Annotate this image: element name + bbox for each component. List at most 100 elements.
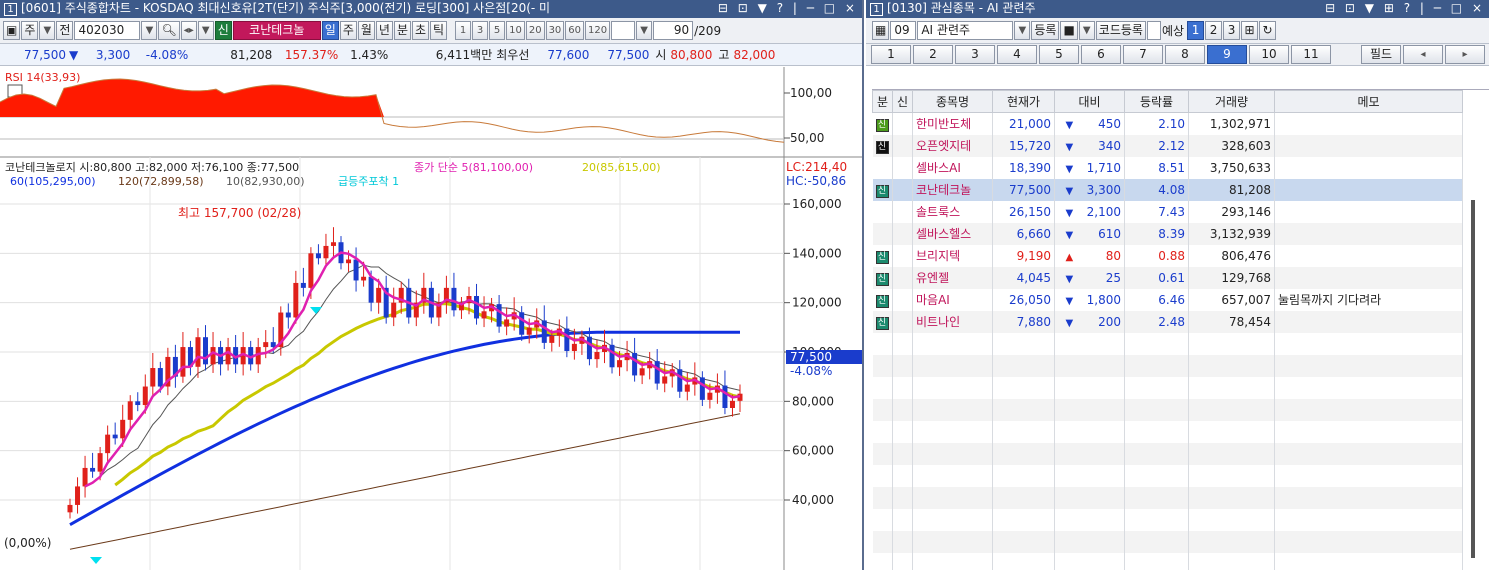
market-dropdown-icon[interactable]: ▼ [39,21,56,40]
empty-cell [892,354,913,377]
interval-button[interactable]: 120 [585,21,611,40]
empty-cell [892,530,913,553]
column-header[interactable]: 대비 [1054,90,1125,113]
history-dropdown-icon[interactable]: ▼ [197,21,214,40]
group-tab[interactable]: 5 [1039,45,1079,64]
empty-row[interactable] [872,508,1463,531]
history-icon[interactable]: ◂▸ [180,21,197,40]
interval-dropdown-icon[interactable]: ▼ [636,21,653,40]
empty-row[interactable] [872,486,1463,509]
empty-row[interactable] [872,442,1463,465]
empty-row[interactable] [872,552,1463,570]
table-row[interactable]: 셀바스AI 18,390 ▼ 1,710 8.51 3,750,633 [872,156,1463,179]
group-tab[interactable]: 1 [871,45,911,64]
volume: 81,208 [230,47,273,62]
empty-row[interactable] [872,464,1463,487]
table-row[interactable]: 셀바스헬스 6,660 ▼ 610 8.39 3,132,939 [872,222,1463,245]
chart-area[interactable]: RSI 14(33,93) 100,00 50,00 코난테크놀로지 시:80,… [0,67,862,570]
interval-button[interactable]: 30 [545,21,565,40]
column-header[interactable]: 등락률 [1124,90,1189,113]
group-tab[interactable]: 6 [1081,45,1121,64]
empty-row[interactable] [872,332,1463,355]
vertical-scrollbar[interactable] [1471,200,1475,558]
field-button[interactable]: 필드 [1361,45,1401,64]
period-button[interactable]: 주 [339,21,357,40]
group-tab[interactable]: 11 [1291,45,1331,64]
prev-button[interactable]: 전 [56,21,74,40]
empty-row[interactable] [872,530,1463,553]
column-header[interactable]: 현재가 [992,90,1055,113]
group-tab[interactable]: 9 [1207,45,1247,64]
period-button[interactable]: 년 [375,21,393,40]
export-icon[interactable]: ⊞ [1241,21,1259,40]
period-button[interactable]: 일 [321,21,339,40]
column-header[interactable]: 종목명 [912,90,993,113]
count-input[interactable]: 90 [653,21,694,40]
empty-row[interactable] [872,354,1463,377]
candle-body [112,434,118,439]
search-icon[interactable]: 🔍︎ [158,21,180,40]
page-button[interactable]: 3 [1223,21,1241,40]
group-tab[interactable]: 8 [1165,45,1205,64]
window-controls[interactable]: ⊟ ⊡ ▼ ? | ─ □ × [718,0,858,16]
empty-row[interactable] [872,398,1463,421]
table-row[interactable]: 신 유엔젤 4,045 ▼ 25 0.61 129,768 [872,266,1463,289]
menu-icon[interactable]: ■ [1060,21,1078,40]
table-row[interactable]: 솔트룩스 26,150 ▼ 2,100 7.43 293,146 [872,200,1463,223]
tab-prev-icon[interactable]: ◂ [1403,45,1443,64]
group-dropdown-icon[interactable]: ▼ [1014,21,1031,40]
empty-row[interactable] [872,420,1463,443]
period-button[interactable]: 월 [357,21,375,40]
group-tab[interactable]: 4 [997,45,1037,64]
refresh-icon[interactable]: ↻ [1259,21,1277,40]
code-dropdown-icon[interactable]: ▼ [141,21,158,40]
column-header[interactable]: 분 [872,90,893,113]
interval-button[interactable]: 20 [525,21,545,40]
change-pct: 4.08 [1124,178,1189,201]
chart-window-titlebar[interactable]: 1 [0601] 주식종합차트 - KOSDAQ 최대신호유[2T(단기) 주식주… [0,0,862,18]
register-button[interactable]: 등록 [1031,21,1060,40]
group-tab[interactable]: 2 [913,45,953,64]
window-controls[interactable]: ⊟ ⊡ ▼ ⊞ ? | ─ □ × [1325,0,1485,16]
column-header[interactable]: 거래량 [1188,90,1275,113]
interval-button[interactable]: 3 [472,21,489,40]
group-tab[interactable]: 10 [1249,45,1289,64]
period-button[interactable]: 분 [393,21,411,40]
page-button[interactable]: 2 [1205,21,1223,40]
interval-button[interactable]: 1 [455,21,472,40]
watchlist-titlebar[interactable]: 1 [0130] 관심종목 - AI 관련주 ⊟ ⊡ ▼ ⊞ ? | ─ □ × [866,0,1489,18]
column-header[interactable]: 신 [892,90,913,113]
group-tab[interactable]: 7 [1123,45,1163,64]
page-button[interactable]: 1 [1187,21,1205,40]
menu-dropdown-icon[interactable]: ▼ [1078,21,1095,40]
empty-row[interactable] [872,376,1463,399]
price-diff-value: 340 [1098,138,1121,153]
group-name-select[interactable]: AI 관련주 [917,21,1014,40]
interval-button[interactable]: 10 [506,21,525,40]
table-row[interactable]: 신 비트나인 7,880 ▼ 200 2.48 78,454 [872,310,1463,333]
table-row[interactable]: 신 브리지텍 9,190 ▲ 80 0.88 806,476 [872,244,1463,267]
group-number[interactable]: 09 [890,21,917,40]
column-header[interactable]: 메모 [1274,90,1463,113]
table-row[interactable]: 신 오픈엣지테 15,720 ▼ 340 2.12 328,603 [872,134,1463,157]
interval-button[interactable]: 5 [489,21,506,40]
table-row[interactable]: 신 코난테크놀 77,500 ▼ 3,300 4.08 81,208 [872,178,1463,201]
memo [1274,222,1463,245]
price-chart[interactable]: RSI 14(33,93) 100,00 50,00 코난테크놀로지 시:80,… [0,67,862,570]
period-button[interactable]: 틱 [430,21,448,40]
group-icon[interactable]: ▦ [872,21,890,40]
stock-code-input[interactable]: 402030 [74,21,141,40]
market-selector[interactable]: 주 [21,21,39,40]
table-row[interactable]: 신 한미반도체 21,000 ▼ 450 2.10 1,302,971 [872,112,1463,135]
table-row[interactable]: 신 마음AI 26,050 ▼ 1,800 6.46 657,007 눌림목까지 기다려라 [872,288,1463,311]
layout-icon[interactable]: ▣ [3,21,21,40]
tab-next-icon[interactable]: ▸ [1445,45,1485,64]
group-tab[interactable]: 3 [955,45,995,64]
code-register-button[interactable]: 코드등록 [1095,21,1146,40]
custom-interval-input[interactable] [611,21,636,40]
interval-button[interactable]: 60 [565,21,585,40]
expect-checkbox[interactable] [1146,21,1161,40]
empty-cell [992,398,1055,421]
stock-name-field[interactable]: 코난테크놀 [232,21,321,40]
period-button[interactable]: 초 [412,21,430,40]
